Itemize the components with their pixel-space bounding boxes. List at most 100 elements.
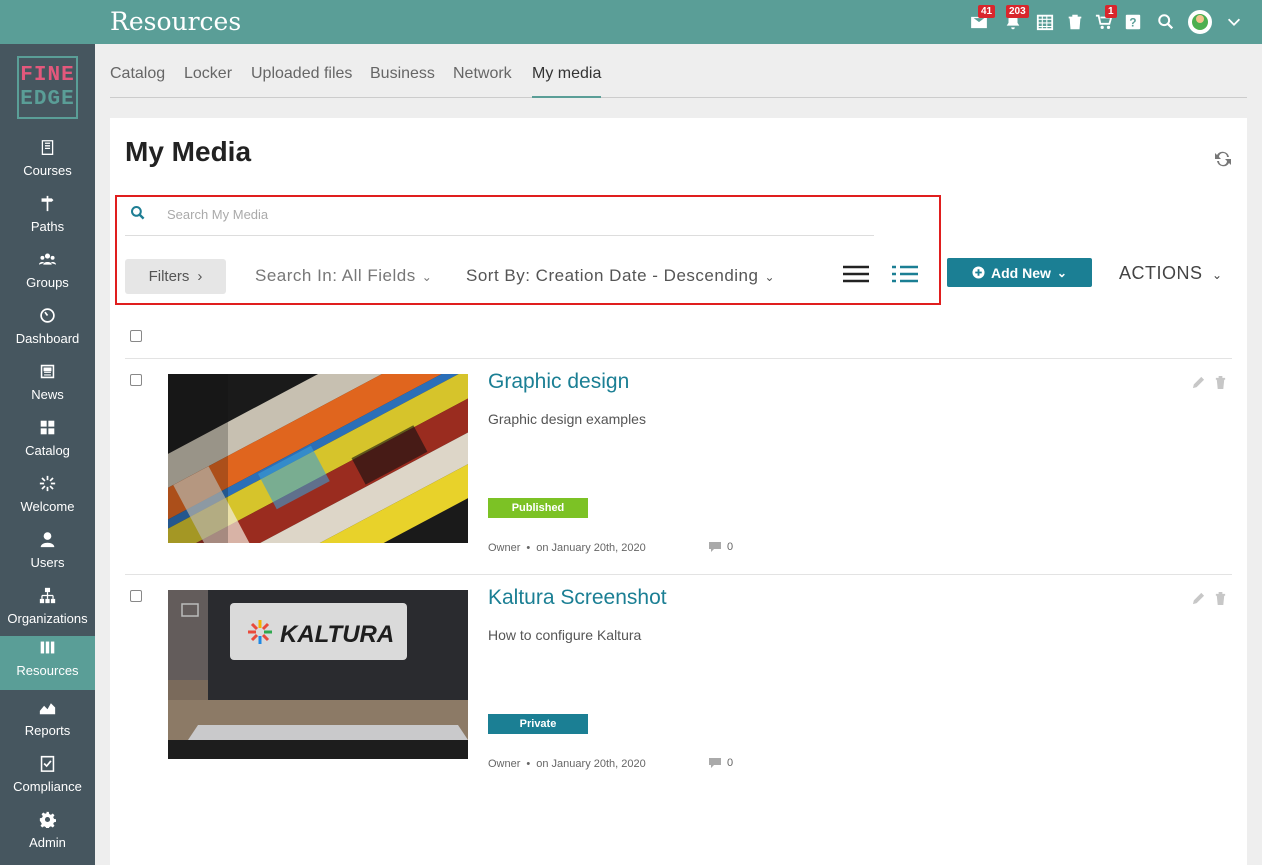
- spinner-icon: [39, 475, 56, 492]
- tab-locker[interactable]: Locker: [184, 65, 232, 98]
- kaltura-logo-text: KALTURA: [280, 621, 394, 648]
- my-media-panel: My Media Filters › Search In: All Fields…: [110, 118, 1247, 865]
- sidebar-item-label: Admin: [29, 835, 66, 850]
- sidebar-item-label: Dashboard: [15, 331, 80, 346]
- sidebar-item-label: Resources: [16, 663, 79, 678]
- sidebar-item-label: Paths: [30, 219, 65, 234]
- status-badge: Private: [488, 714, 588, 734]
- page-title: My Media: [125, 136, 252, 167]
- tab-network[interactable]: Network: [453, 65, 512, 98]
- sidebar-item-catalog[interactable]: Catalog: [0, 416, 95, 470]
- sort-by-label: Sort By: Creation Date - Descending: [466, 266, 759, 285]
- media-owner: Owner: [488, 758, 521, 770]
- calendar-icon[interactable]: [1035, 12, 1055, 32]
- divider: [125, 358, 1232, 359]
- sidebar-item-label: Welcome: [20, 499, 75, 514]
- clipboard-check-icon: [40, 755, 55, 772]
- detailed-list-view-icon[interactable]: [891, 263, 919, 285]
- help-icon[interactable]: ?: [1123, 12, 1143, 32]
- gauge-icon: [40, 308, 55, 323]
- comments-value: 0: [727, 541, 734, 553]
- media-meta: Owner • on January 20th, 2020: [488, 758, 646, 770]
- filters-label: Filters: [148, 268, 190, 285]
- chevron-down-icon: ⌄: [764, 270, 776, 284]
- media-description: How to configure Kaltura: [488, 627, 642, 643]
- edit-icon[interactable]: [1192, 376, 1205, 389]
- search-in-label: Search In: All Fields: [255, 266, 416, 285]
- area-chart-icon: [39, 703, 56, 715]
- chevron-down-icon[interactable]: [1224, 12, 1244, 32]
- messages-icon[interactable]: 41: [969, 5, 996, 32]
- comment-icon: [709, 758, 721, 768]
- search-icon: [131, 206, 145, 220]
- sort-by-dropdown[interactable]: Sort By: Creation Date - Descending ⌄: [466, 266, 775, 286]
- logo-line-2: EDGE: [20, 87, 75, 111]
- sidebar-item-label: News: [31, 387, 64, 402]
- chevron-down-icon: ⌄: [1212, 268, 1223, 282]
- avatar[interactable]: [1188, 10, 1212, 34]
- filters-button[interactable]: Filters ›: [125, 259, 226, 294]
- comments-count[interactable]: 0: [708, 541, 733, 553]
- search-in-dropdown[interactable]: Search In: All Fields ⌄: [255, 266, 432, 286]
- select-all-checkbox[interactable]: [130, 330, 142, 342]
- tab-catalog[interactable]: Catalog: [110, 65, 165, 98]
- tab-uploaded-files[interactable]: Uploaded files: [251, 65, 352, 98]
- book-icon: [41, 140, 54, 155]
- sidebar-item-label: Groups: [26, 275, 69, 290]
- sidebar-item-users[interactable]: Users: [0, 528, 95, 582]
- chevron-right-icon: ›: [197, 268, 203, 285]
- notifications-badge: 203: [1006, 5, 1029, 18]
- kaltura-screenshot-thumbnail[interactable]: KALTURA: [168, 590, 468, 759]
- search-icon[interactable]: [1156, 12, 1176, 32]
- chevron-down-icon: ⌄: [1056, 265, 1067, 280]
- group-icon: [39, 253, 56, 265]
- media-date: on January 20th, 2020: [536, 542, 646, 554]
- books-icon: [40, 641, 55, 654]
- sidebar-item-paths[interactable]: Paths: [0, 192, 95, 246]
- signpost-icon: [41, 195, 54, 212]
- search-input[interactable]: [167, 203, 847, 225]
- graphic-design-thumbnail[interactable]: [168, 374, 468, 543]
- newspaper-icon: [40, 364, 55, 379]
- svg-text:?: ?: [1129, 17, 1136, 30]
- delete-icon[interactable]: [1214, 592, 1227, 605]
- add-new-label: Add New: [991, 264, 1051, 281]
- edit-icon[interactable]: [1192, 592, 1205, 605]
- sidebar-item-compliance[interactable]: Compliance: [0, 752, 95, 806]
- actions-dropdown[interactable]: ACTIONS ⌄: [1119, 263, 1223, 284]
- sidebar-item-welcome[interactable]: Welcome: [0, 472, 95, 526]
- top-bar: Resources 41 203 1 ?: [0, 0, 1262, 44]
- media-date: on January 20th, 2020: [536, 758, 646, 770]
- sidebar-item-label: Reports: [24, 723, 71, 738]
- comments-count[interactable]: 0: [708, 757, 733, 769]
- status-badge: Published: [488, 498, 588, 518]
- fine-edge-logo[interactable]: FINE EDGE: [17, 56, 78, 119]
- trash-icon[interactable]: [1065, 12, 1085, 32]
- item-checkbox[interactable]: [130, 374, 142, 386]
- compact-list-view-icon[interactable]: [842, 263, 870, 285]
- sidebar-item-admin[interactable]: Admin: [0, 808, 95, 862]
- gear-icon: [39, 811, 56, 828]
- sidebar-item-organizations[interactable]: Organizations: [0, 584, 95, 638]
- add-new-button[interactable]: Add New ⌄: [947, 258, 1092, 287]
- plus-circle-icon: [972, 266, 985, 279]
- tab-business[interactable]: Business: [370, 65, 435, 98]
- media-title[interactable]: Graphic design: [488, 370, 629, 394]
- refresh-icon[interactable]: [1213, 149, 1233, 169]
- item-checkbox[interactable]: [130, 590, 142, 602]
- cart-icon[interactable]: 1: [1094, 5, 1117, 32]
- sidebar-item-label: Courses: [23, 163, 72, 178]
- sidebar-item-groups[interactable]: Groups: [0, 248, 95, 302]
- org-chart-icon: [39, 587, 56, 604]
- sidebar-item-dashboard[interactable]: Dashboard: [0, 304, 95, 358]
- media-title[interactable]: Kaltura Screenshot: [488, 586, 667, 610]
- notifications-icon[interactable]: 203: [1003, 5, 1029, 32]
- sidebar-item-news[interactable]: News: [0, 360, 95, 414]
- sidebar-item-reports[interactable]: Reports: [0, 696, 95, 750]
- sidebar-item-label: Catalog: [25, 443, 70, 458]
- comments-value: 0: [727, 757, 734, 769]
- sidebar-item-resources[interactable]: Resources: [0, 636, 95, 690]
- sidebar-item-courses[interactable]: Courses: [0, 136, 95, 190]
- delete-icon[interactable]: [1214, 376, 1227, 389]
- tab-my-media[interactable]: My media: [532, 65, 602, 98]
